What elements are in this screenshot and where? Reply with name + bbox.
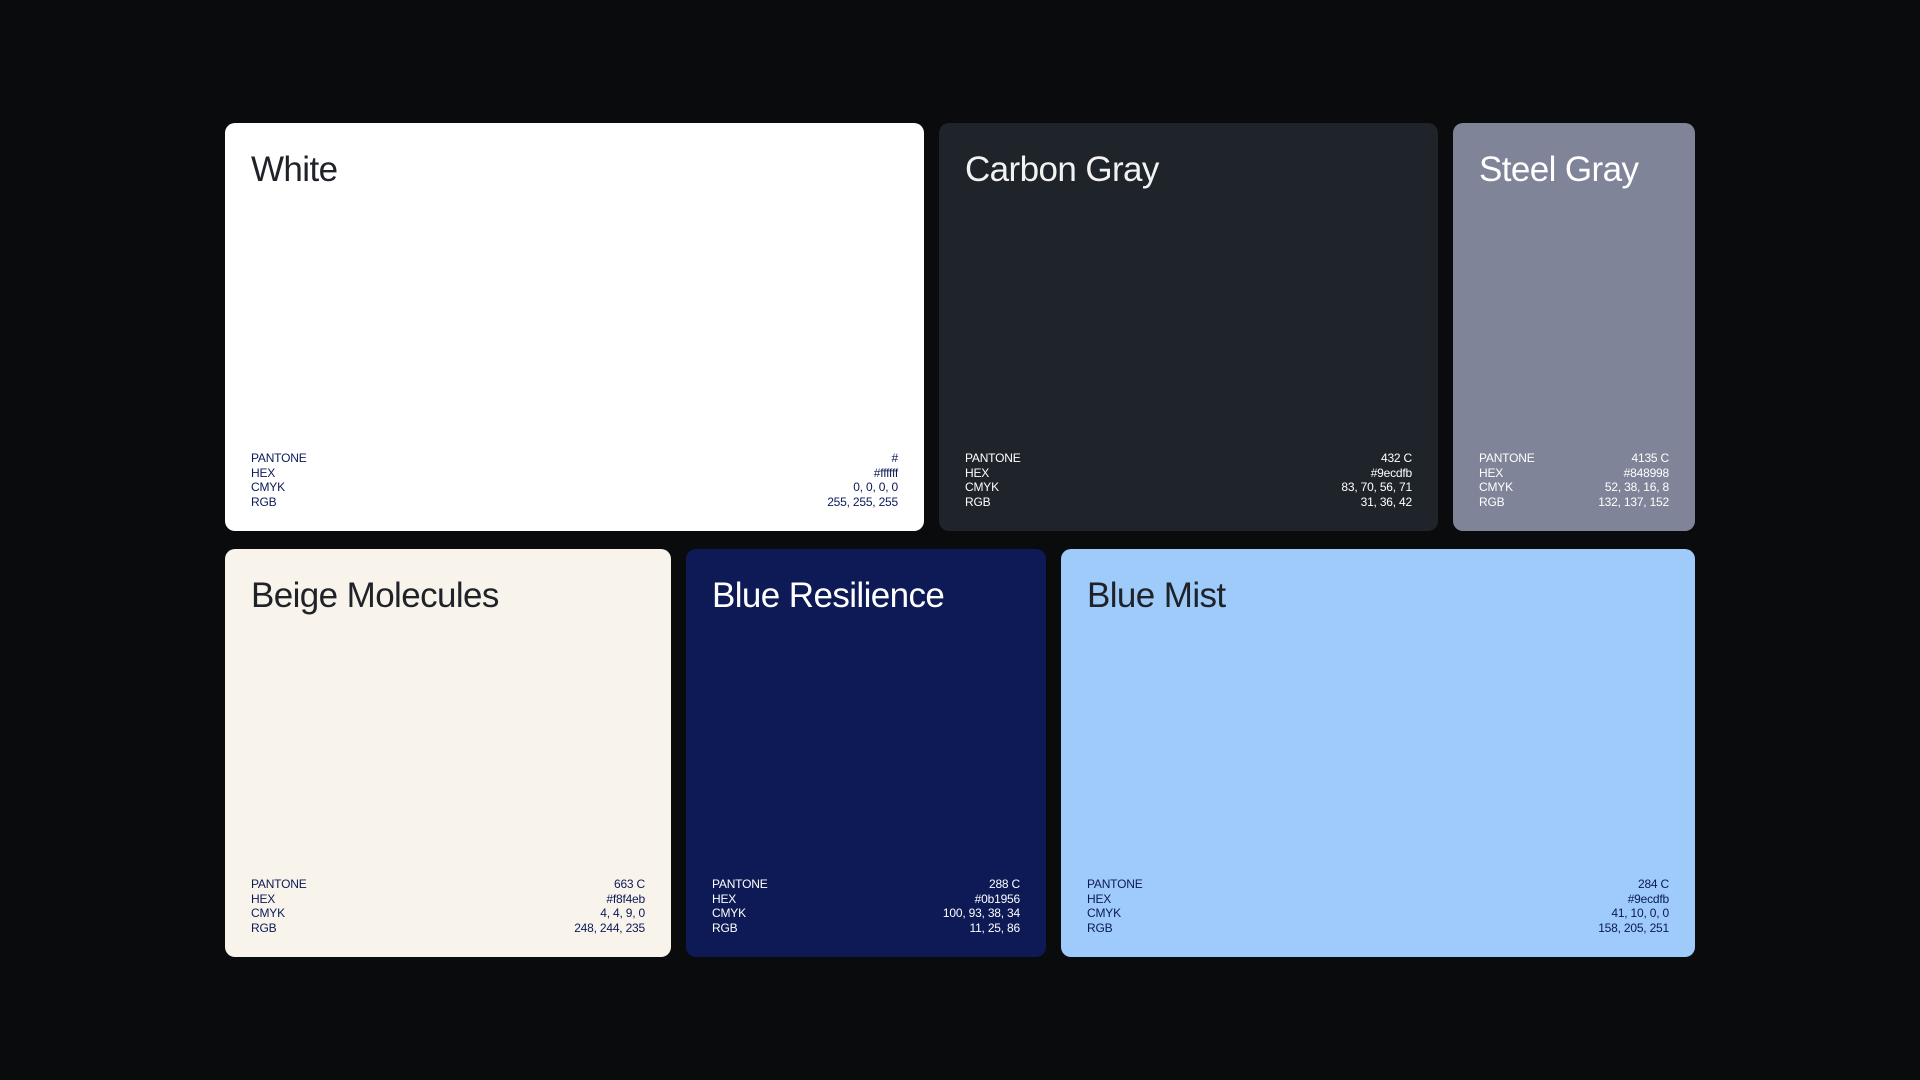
swatch-specs: PANTONE HEX CMYK RGB 4135 C #848998 52, … [1479,451,1669,509]
swatch-card-steel-gray: Steel Gray PANTONE HEX CMYK RGB 4135 C #… [1453,123,1695,531]
rgb-label: RGB [1087,920,1113,935]
rgb-value: 255, 255, 255 [827,494,898,509]
cmyk-label: CMYK [1479,480,1513,494]
cmyk-value: 41, 10, 0, 0 [1611,906,1669,920]
rgb-label: RGB [1479,494,1505,509]
pantone-label: PANTONE [965,451,1021,465]
hex-value: #9ecdfb [1627,891,1670,906]
spec-labels: PANTONE HEX CMYK RGB [965,451,1021,509]
cmyk-value: 0, 0, 0, 0 [853,480,898,494]
spec-values: 284 C #9ecdfb 41, 10, 0, 0 158, 205, 251 [1598,877,1669,935]
hex-label: HEX [965,465,990,480]
cmyk-label: CMYK [965,480,999,494]
swatch-specs: PANTONE HEX CMYK RGB 663 C #f8f4eb 4, 4,… [251,877,645,935]
swatch-card-white: White PANTONE HEX CMYK RGB # #ffffff 0, … [225,123,924,531]
swatch-card-blue-mist: Blue Mist PANTONE HEX CMYK RGB 284 C #9e… [1061,549,1695,957]
rgb-value: 31, 36, 42 [1360,494,1413,509]
spec-labels: PANTONE HEX CMYK RGB [1479,451,1535,509]
pantone-value: 663 C [613,877,645,891]
pantone-value: # [891,451,899,465]
spec-labels: PANTONE HEX CMYK RGB [251,451,307,509]
pantone-value: 4135 C [1631,451,1670,465]
pantone-label: PANTONE [1087,877,1143,891]
spec-labels: PANTONE HEX CMYK RGB [1087,877,1143,935]
swatch-card-blue-resilience: Blue Resilience PANTONE HEX CMYK RGB 288… [686,549,1046,957]
hex-value: #9ecdfb [1370,465,1413,480]
swatch-specs: PANTONE HEX CMYK RGB 432 C #9ecdfb 83, 7… [965,451,1412,509]
cmyk-label: CMYK [712,906,746,920]
rgb-label: RGB [712,920,738,935]
pantone-value: 432 C [1380,451,1412,465]
spec-labels: PANTONE HEX CMYK RGB [712,877,768,935]
cmyk-value: 100, 93, 38, 34 [942,906,1020,920]
hex-value: #ffffff [873,465,898,480]
rgb-label: RGB [251,920,277,935]
rgb-value: 11, 25, 86 [969,920,1021,935]
pantone-label: PANTONE [251,451,307,465]
swatch-card-beige-molecules: Beige Molecules PANTONE HEX CMYK RGB 663… [225,549,671,957]
swatch-specs: PANTONE HEX CMYK RGB 284 C #9ecdfb 41, 1… [1087,877,1669,935]
hex-label: HEX [1479,465,1504,480]
spec-values: 4135 C #848998 52, 38, 16, 8 132, 137, 1… [1598,451,1669,509]
hex-label: HEX [712,891,737,906]
cmyk-label: CMYK [1087,906,1121,920]
swatch-title: Carbon Gray [965,150,1159,189]
rgb-value: 248, 244, 235 [574,920,645,935]
pantone-value: 284 C [1637,877,1669,891]
rgb-value: 158, 205, 251 [1598,920,1669,935]
hex-value: #0b1956 [974,891,1021,906]
hex-label: HEX [1087,891,1112,906]
swatch-specs: PANTONE HEX CMYK RGB # #ffffff 0, 0, 0, … [251,451,898,509]
cmyk-value: 4, 4, 9, 0 [600,906,645,920]
swatch-title: Blue Mist [1087,576,1226,615]
pantone-label: PANTONE [251,877,307,891]
cmyk-label: CMYK [251,480,285,494]
cmyk-label: CMYK [251,906,285,920]
swatch-title: White [251,150,338,189]
hex-label: HEX [251,465,276,480]
rgb-label: RGB [965,494,991,509]
cmyk-value: 83, 70, 56, 71 [1341,480,1412,494]
swatch-title: Steel Gray [1479,150,1639,189]
swatch-title: Beige Molecules [251,576,499,615]
spec-values: 663 C #f8f4eb 4, 4, 9, 0 248, 244, 235 [574,877,645,935]
rgb-value: 132, 137, 152 [1598,494,1669,509]
pantone-label: PANTONE [712,877,768,891]
spec-values: 432 C #9ecdfb 83, 70, 56, 71 31, 36, 42 [1341,451,1412,509]
pantone-label: PANTONE [1479,451,1535,465]
cmyk-value: 52, 38, 16, 8 [1604,480,1669,494]
hex-label: HEX [251,891,276,906]
hex-value: #848998 [1623,465,1670,480]
swatch-specs: PANTONE HEX CMYK RGB 288 C #0b1956 100, … [712,877,1020,935]
swatch-card-carbon-gray: Carbon Gray PANTONE HEX CMYK RGB 432 C #… [939,123,1438,531]
hex-value: #f8f4eb [606,891,645,906]
rgb-label: RGB [251,494,277,509]
pantone-value: 288 C [988,877,1020,891]
spec-values: # #ffffff 0, 0, 0, 0 255, 255, 255 [827,451,898,509]
spec-values: 288 C #0b1956 100, 93, 38, 34 11, 25, 86 [943,877,1020,935]
spec-labels: PANTONE HEX CMYK RGB [251,877,307,935]
swatch-title: Blue Resilience [712,576,945,615]
